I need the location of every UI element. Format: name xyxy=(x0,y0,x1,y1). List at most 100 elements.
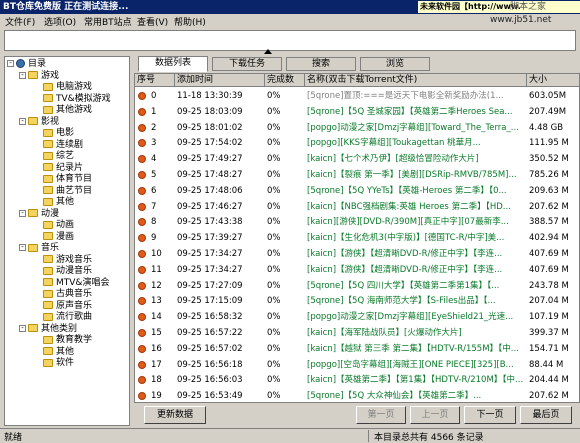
collapse-icon[interactable]: - xyxy=(19,209,26,217)
tree-leaf[interactable]: 古典音乐 xyxy=(43,289,92,300)
tree-leaf[interactable]: 其他游戏 xyxy=(43,105,92,116)
address-bar[interactable] xyxy=(4,30,576,51)
row-name[interactable]: [5qrone]【5Q 大众神仙会】【英雄第二季】... xyxy=(307,388,525,402)
table-row[interactable]: 1 09-25 18:03:09 0% [5qrone]【5Q 圣城家园】【英雄第二季… xyxy=(135,104,579,120)
last-page-button[interactable]: 最后页 xyxy=(520,406,572,424)
tree-leaf[interactable]: 曲艺节目 xyxy=(43,186,92,197)
collapse-icon[interactable]: - xyxy=(7,60,14,67)
tab-search[interactable]: 搜索 xyxy=(286,57,356,71)
tree-category[interactable]: - 其他类别 xyxy=(19,324,77,335)
row-name[interactable]: [5qrone]【5Q 海南师范大学】【S-Files出品】【... xyxy=(307,293,525,309)
tree-leaf[interactable]: 流行歌曲 xyxy=(43,312,92,323)
tree-leaf[interactable]: 其他 xyxy=(43,347,74,358)
tree-leaf[interactable]: 软件 xyxy=(43,358,74,369)
row-name[interactable]: [kaicn]【越狱 第三季 第二集】【HDTV-R/155M】【中... xyxy=(307,341,525,357)
tab-download-tasks[interactable]: 下载任务 xyxy=(212,57,282,71)
table-row[interactable]: 8 09-25 17:43:38 0% [kaicn][游侠][DVD-R/390M]… xyxy=(135,214,579,230)
tab-browse[interactable]: 浏览 xyxy=(360,57,430,71)
tree-leaf[interactable]: 综艺 xyxy=(43,151,74,162)
tree-leaf[interactable]: MTV&演唱会 xyxy=(43,278,109,289)
row-name[interactable]: [kaicn]【游侠】【超清晰DVD-R/修正中字】【李连... xyxy=(307,262,525,278)
tree-leaf[interactable]: 连续剧 xyxy=(43,140,83,151)
prev-page-button[interactable]: 上一页 xyxy=(410,406,460,424)
tree-leaf[interactable]: 教育教学 xyxy=(43,335,92,346)
row-name[interactable]: [kaicn]【海军陆战队员】[火爆动作大片] xyxy=(307,325,525,341)
column-header-name[interactable]: 名称(双击下载Torrent文件) xyxy=(305,74,527,87)
table-row[interactable]: 12 09-25 17:27:09 0% [5qrone]【5Q 四川大学】【英雄第二… xyxy=(135,278,579,294)
tree-leaf[interactable]: 电脑游戏 xyxy=(43,82,92,93)
table-row[interactable]: 18 09-25 16:56:03 0% [kaicn]【英雄第二季】【第1集】【HD… xyxy=(135,372,579,388)
table-row[interactable]: 10 09-25 17:34:27 0% [kaicn]【游侠】【超清晰DVD-R/修… xyxy=(135,246,579,262)
table-row[interactable]: 19 09-25 16:53:49 0% [5qrone]【5Q 大众神仙会】【英雄第… xyxy=(135,388,579,402)
table-row[interactable]: 6 09-25 17:48:06 0% [5qrone]【5Q YYeTs】【英雄-H… xyxy=(135,183,579,199)
table-row[interactable]: 5 09-25 17:48:27 0% [kaicn]【裂痕 第一季】[美剧][DSR… xyxy=(135,167,579,183)
tree-leaf[interactable]: 电影 xyxy=(43,128,74,139)
table-row[interactable]: 9 09-25 17:39:27 0% [kaicn]【生化危机3(中字版)】[德国T… xyxy=(135,230,579,246)
row-name[interactable]: [5qrone]置顶:===是远天下电影全新奖励办法(1... xyxy=(307,88,525,104)
tree-category[interactable]: - 音乐 xyxy=(19,243,59,254)
tree-category[interactable]: - 游戏 xyxy=(19,71,59,82)
tree-leaf[interactable]: 原声音乐 xyxy=(43,301,92,312)
table-row[interactable]: 17 09-25 16:56:18 0% [popgo][空岛字幕组][海贼王][ON… xyxy=(135,357,579,373)
row-name[interactable]: [kaicn]【生化危机3(中字版)】[德国TC-R/中字]美... xyxy=(307,230,525,246)
column-header-size[interactable]: 大小 xyxy=(527,74,579,87)
row-size: 350.52 M xyxy=(529,154,569,165)
tree-category[interactable]: - 影视 xyxy=(19,117,59,128)
table-row[interactable]: 4 09-25 17:49:27 0% [kaicn]【七个术乃伊】[超级恰冒险动作大… xyxy=(135,151,579,167)
tree-leaf[interactable]: 其他 xyxy=(43,197,74,208)
tab-data-list[interactable]: 数据列表 xyxy=(138,56,208,72)
row-name[interactable]: [kaicn]【英雄第二季】【第1集】【HDTV-R/210M】【中... xyxy=(307,372,525,388)
tree-root[interactable]: - 目录 xyxy=(7,59,46,70)
row-name[interactable]: [popgo]动漫之家[Dmzj字幕组][Toward_The_Terra_..… xyxy=(307,120,525,136)
table-row[interactable]: 14 09-25 16:58:32 0% [popgo]动漫之家[Dmzj字幕组][E… xyxy=(135,309,579,325)
table-row[interactable]: 7 09-25 17:46:27 0% [kaicn]【NBC强档剧集:英雄 Hero… xyxy=(135,199,579,215)
row-name[interactable]: [kaicn]【七个术乃伊】[超级恰冒险动作大片] xyxy=(307,151,525,167)
row-name[interactable]: [kaicn][游侠][DVD-R/390M][真正中字][07最新李... xyxy=(307,214,525,230)
table-row[interactable]: 15 09-25 16:57:22 0% [kaicn]【海军陆战队员】[火爆动作大片… xyxy=(135,325,579,341)
row-number: 4 xyxy=(151,154,157,165)
row-done: 0% xyxy=(267,328,281,338)
table-row[interactable]: 2 09-25 18:01:02 0% [popgo]动漫之家[Dmzj字幕组][To… xyxy=(135,120,579,136)
collapse-icon[interactable]: - xyxy=(19,71,26,79)
table-row[interactable]: 16 09-25 16:57:02 0% [kaicn]【越狱 第三季 第二集】【HD… xyxy=(135,341,579,357)
row-name[interactable]: [popgo][KKS字幕组][Toukagettan 桃華月... xyxy=(307,135,525,151)
row-name[interactable]: [5qrone]【5Q 四川大学】【英雄第二季第1集】【... xyxy=(307,278,525,294)
tree-leaf[interactable]: 纪录片 xyxy=(43,163,83,174)
column-header-no[interactable]: 序号 xyxy=(135,74,175,87)
menu-bt-sites[interactable]: 常用BT站点 xyxy=(84,15,132,28)
row-name[interactable]: [popgo]动漫之家[Dmzj字幕组][EyeShield21_光速... xyxy=(307,309,525,325)
tree-category[interactable]: - 动漫 xyxy=(19,209,59,220)
menu-options[interactable]: 选项(O) xyxy=(44,15,76,28)
row-name[interactable]: [popgo][空岛字幕组][海贼王][ONE PIECE][325][B... xyxy=(307,357,525,373)
splitter-arrow-icon[interactable] xyxy=(264,49,272,54)
collapse-icon[interactable]: - xyxy=(19,324,26,332)
menu-view[interactable]: 查看(V) xyxy=(137,15,168,28)
column-header-done[interactable]: 完成数 xyxy=(265,74,305,87)
collapse-icon[interactable]: - xyxy=(19,244,26,251)
table-row[interactable]: 13 09-25 17:15:09 0% [5qrone]【5Q 海南师范大学】【S-… xyxy=(135,293,579,309)
torrent-list[interactable]: 序号 添加时间 完成数 名称(双击下载Torrent文件) 大小 0 11-18 … xyxy=(134,73,580,403)
menu-file[interactable]: 文件(F) xyxy=(5,15,35,28)
refresh-button[interactable]: 更新数据 xyxy=(144,406,206,424)
table-row[interactable]: 0 11-18 13:30:39 0% [5qrone]置顶:===是远天下电影全新奖… xyxy=(135,88,579,104)
menu-help[interactable]: 帮助(H) xyxy=(174,15,206,28)
ad-banner[interactable]: 未来软件园【http://www. xyxy=(418,1,580,13)
table-row[interactable]: 3 09-25 17:54:02 0% [popgo][KKS字幕组][Toukage… xyxy=(135,135,579,151)
row-name[interactable]: [5qrone]【5Q YYeTs】【英雄-Heroes 第二季】【0... xyxy=(307,183,525,199)
table-row[interactable]: 11 09-25 17:34:27 0% [kaicn]【游侠】【超清晰DVD-R/修… xyxy=(135,262,579,278)
tree-leaf[interactable]: 漫画 xyxy=(43,232,74,243)
first-page-button[interactable]: 第一页 xyxy=(356,406,406,424)
collapse-icon[interactable]: - xyxy=(19,117,26,125)
row-name[interactable]: [kaicn]【裂痕 第一季】[美剧][DSRip-RMVB/785M]... xyxy=(307,167,525,183)
tree-leaf[interactable]: 动画 xyxy=(43,220,74,231)
tree-leaf[interactable]: 体育节目 xyxy=(43,174,92,185)
tree-leaf[interactable]: 动漫音乐 xyxy=(43,266,92,277)
row-name[interactable]: [kaicn]【游侠】【超清晰DVD-R/修正中字】【李连... xyxy=(307,246,525,262)
category-tree[interactable]: - 目录 - 游戏 电脑游戏 TV&模拟游戏 其他游戏 - 影视 电影 连续剧 综艺 纪录片 体育节目 曲艺… xyxy=(4,56,130,426)
tree-leaf[interactable]: 游戏音乐 xyxy=(43,255,92,266)
row-name[interactable]: [5qrone]【5Q 圣城家园】【英雄第二季Heroes Sea... xyxy=(307,104,525,120)
column-header-time[interactable]: 添加时间 xyxy=(175,74,265,87)
row-name[interactable]: [kaicn]【NBC强档剧集:英雄 Heroes 第二季】【HD... xyxy=(307,199,525,215)
tree-leaf[interactable]: TV&模拟游戏 xyxy=(43,94,111,105)
next-page-button[interactable]: 下一页 xyxy=(464,406,516,424)
